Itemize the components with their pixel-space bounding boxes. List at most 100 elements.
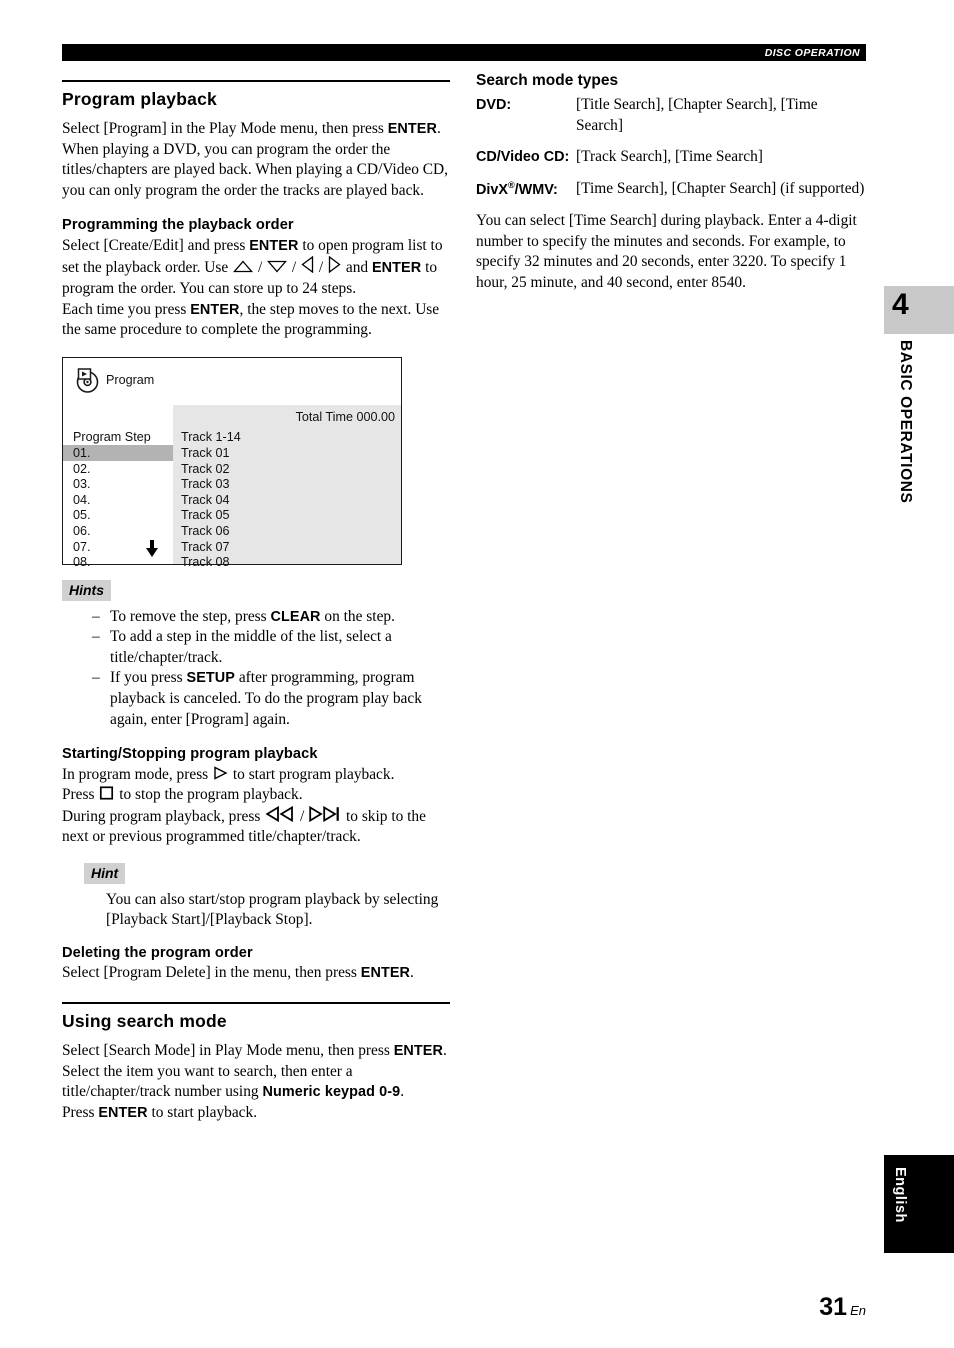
hint-text-a: To remove the step, press xyxy=(110,607,271,625)
definition-description: [Title Search], [Chapter Search], [Time … xyxy=(576,96,818,134)
figure-total-time: Total Time 000.00 xyxy=(295,409,395,424)
hint-text-c: on the step. xyxy=(320,607,395,625)
prog-text-a: Select [Create/Edit] and press xyxy=(62,236,250,254)
page-footer: 31 En xyxy=(819,1293,866,1322)
figure-step-number: 08. xyxy=(73,555,91,570)
figure-step-number: 03. xyxy=(73,477,91,492)
figure-track-name: Track 07 xyxy=(181,539,230,554)
play-icon xyxy=(213,765,228,780)
srch3-text-c: to start playback. xyxy=(147,1103,258,1121)
intro-text-a: Select [Program] in the Play Mode menu, … xyxy=(62,120,388,138)
program-screen-figure: Program Total Time 000.00 Program Step T… xyxy=(62,356,402,569)
search-paragraph-3: Press ENTER to start playback. xyxy=(62,1103,450,1124)
page-number: 31 xyxy=(819,1293,848,1321)
key-enter-1: ENTER xyxy=(387,121,437,138)
definition-term: DivX®/WMV: xyxy=(476,179,576,200)
hint-dash: – xyxy=(92,669,100,687)
figure-step-number: 07. xyxy=(73,539,91,554)
heading-search-mode-types: Search mode types xyxy=(476,72,619,89)
search-paragraph-1: Select [Search Mode] in Play Mode menu, … xyxy=(62,1041,450,1062)
intro-text-c: . xyxy=(436,120,441,138)
ss2-text-b: to stop the program playback. xyxy=(115,786,303,804)
program-intro-paragraph-2: When playing a DVD, you can program the … xyxy=(62,140,449,199)
definition-term: CD/Video CD: xyxy=(476,149,570,166)
key-enter-4: ENTER xyxy=(190,301,240,318)
time-search-paragraph: You can select [Time Search] during play… xyxy=(476,211,857,291)
srch1-text-c: . xyxy=(442,1042,447,1060)
figure-row[interactable]: 04. Track 04 xyxy=(63,492,401,508)
figure-header-row: Program Step Track 1-14 xyxy=(63,430,401,446)
figure-track-name: Track 04 xyxy=(181,492,230,507)
left-column: Program playback Select [Program] in the… xyxy=(62,80,450,1123)
key-numeric-keypad: Numeric keypad 0-9 xyxy=(262,1084,401,1101)
deleting-paragraph: Select [Program Delete] in the menu, the… xyxy=(62,963,450,984)
hint-text-a: To add a step in the middle of the list,… xyxy=(110,628,392,666)
page-suffix: En xyxy=(850,1303,866,1318)
search-mode-definition-list: DVD: [Title Search], [Chapter Search], [… xyxy=(476,95,868,200)
ss1-text-a: In program mode, press xyxy=(62,765,213,783)
chapter-number: 4 xyxy=(892,288,909,321)
hint-dash: – xyxy=(92,607,100,625)
figure-row-list: Program Step Track 1-14 01. Track 01 02.… xyxy=(63,430,401,570)
start-stop-paragraph-2: Press to stop the program playback. xyxy=(62,785,450,806)
figure-track-name: Track 02 xyxy=(181,461,230,476)
figure-track-name: Track 05 xyxy=(181,508,230,523)
subheading-deleting-order: Deleting the program order xyxy=(62,944,253,961)
subheading-start-stop: Starting/Stopping program playback xyxy=(62,746,318,763)
key-enter-5: ENTER xyxy=(360,965,411,982)
hint-item: – To add a step in the middle of the list… xyxy=(62,627,450,668)
definition-term-tail: /WMV: xyxy=(514,181,558,198)
definition-row-cd-video-cd: CD/Video CD: [Track Search], [Time Searc… xyxy=(476,147,868,168)
figure-row[interactable]: 03. Track 03 xyxy=(63,476,401,492)
start-stop-paragraph-1: In program mode, press to start program … xyxy=(62,765,450,786)
prog2-text-a: Each time you press xyxy=(62,300,191,318)
hint-tag: Hint xyxy=(84,862,126,884)
figure-track-name: Track 06 xyxy=(181,524,230,539)
search-paragraph-2: Select the item you want to search, then… xyxy=(62,1062,450,1103)
programming-paragraph-1: Select [Create/Edit] and press ENTER to … xyxy=(62,236,450,300)
figure-track-name: Track 03 xyxy=(181,477,230,492)
arrow-left-icon xyxy=(301,256,314,274)
figure-row[interactable]: 02. Track 02 xyxy=(63,461,401,477)
language-label: English xyxy=(892,1167,908,1223)
key-enter-6: ENTER xyxy=(393,1043,443,1060)
hint-text-a: If you press xyxy=(110,669,187,687)
figure-row[interactable]: 06. Track 06 xyxy=(63,523,401,539)
ss2-text-a: Press xyxy=(62,786,99,804)
figure-step-number: 01. xyxy=(73,446,91,461)
del-text-c: . xyxy=(410,964,414,982)
figure-row[interactable]: 05. Track 05 xyxy=(63,508,401,524)
key-enter-3: ENTER xyxy=(371,260,422,277)
figure-row[interactable]: 07. Track 07 xyxy=(63,539,401,555)
figure-track-name: Track 01 xyxy=(181,446,230,461)
right-column: Search mode types DVD: [Title Search], [… xyxy=(476,72,868,293)
figure-title: Program xyxy=(73,367,154,393)
disc-program-icon xyxy=(74,367,104,393)
figure-row[interactable]: 08. Track 08 xyxy=(63,554,401,570)
start-stop-paragraph-3: During program playback, press / to skip… xyxy=(62,805,450,848)
figure-step-number: 02. xyxy=(73,461,91,476)
key-enter-2: ENTER xyxy=(249,237,299,254)
hint-dash: – xyxy=(92,628,100,646)
figure-step-number: 05. xyxy=(73,508,91,523)
program-intro-paragraph-1: Select [Program] in the Play Mode menu, … xyxy=(62,119,450,140)
arrow-down-icon xyxy=(267,260,288,273)
hint-item: – If you press SETUP after programming, p… xyxy=(62,668,450,730)
key-clear: CLEAR xyxy=(270,608,321,625)
section-rule-program xyxy=(62,80,450,82)
running-head-bar: DISC OPERATION xyxy=(62,44,866,61)
figure-step-number: 06. xyxy=(73,524,91,539)
definition-term: DVD: xyxy=(476,97,512,113)
ss1-text-b: to start program playback. xyxy=(229,765,395,783)
key-setup: SETUP xyxy=(186,670,235,687)
figure-row-selected[interactable]: 01. Track 01 xyxy=(63,445,401,461)
srch2-text-c: . xyxy=(400,1083,405,1101)
language-tab: English xyxy=(884,1155,954,1253)
section-rule-search xyxy=(62,1002,450,1004)
figure-col1-header: Program Step xyxy=(73,430,151,445)
definition-row-divx-wmv: DivX®/WMV: [Time Search], [Chapter Searc… xyxy=(476,179,868,200)
definition-term-base: DivX xyxy=(476,181,508,198)
hint-paragraph: You can also start/stop program playback… xyxy=(106,890,439,929)
del-text-a: Select [Program Delete] in the menu, the… xyxy=(62,964,361,982)
programming-paragraph-2: Each time you press ENTER, the step move… xyxy=(62,300,450,341)
